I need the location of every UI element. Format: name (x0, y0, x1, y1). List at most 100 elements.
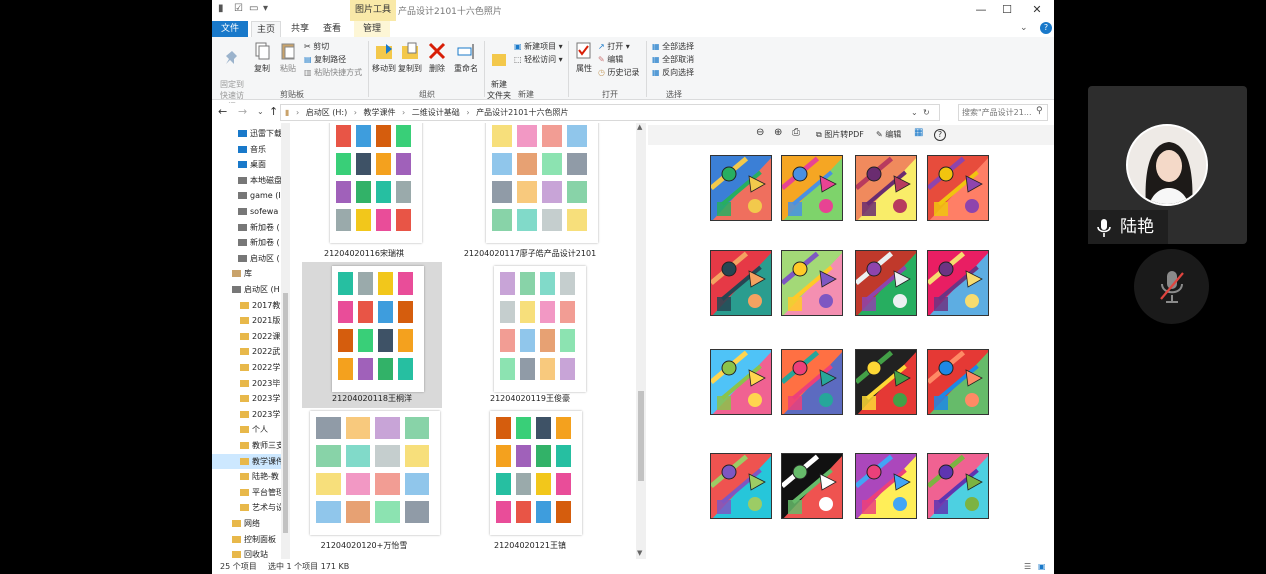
invert-selection-button[interactable]: ▦ 反向选择 (652, 67, 694, 78)
nav-item[interactable]: 2017教 (212, 298, 290, 313)
nav-item-label: 音乐 (250, 144, 266, 154)
scroll-up-icon[interactable]: ▲ (637, 123, 642, 131)
nav-item[interactable]: 陆艳-教 (212, 469, 290, 484)
nav-item[interactable]: 2021版 (212, 313, 290, 328)
nav-item[interactable]: 2022学 (212, 360, 290, 375)
edit-button[interactable]: ✎ 编辑 (598, 54, 623, 65)
nav-item[interactable]: 个人 (212, 422, 290, 437)
nav-item[interactable]: 回收站 (212, 547, 290, 559)
address-bar[interactable]: ▮ › 启动区 (H:) › 教学课件 › 二维设计基础 › 产品设计2101十… (280, 104, 940, 121)
nav-item[interactable]: 新加卷 ( (212, 220, 290, 235)
history-button[interactable]: ◷ 历史记录 (598, 67, 640, 78)
files-scroll-thumb[interactable] (638, 391, 644, 481)
nav-item[interactable]: 教师三支 (212, 438, 290, 453)
nav-item[interactable]: sofewa (212, 204, 290, 219)
rename-button[interactable]: 重命名 (452, 41, 480, 74)
cut-button[interactable]: ✂ 剪切 (304, 41, 329, 52)
file-item[interactable]: 21204020119王俊豪 (460, 262, 600, 408)
nav-item[interactable]: 库 (212, 266, 290, 281)
nav-item[interactable]: 新加卷 ( (212, 235, 290, 250)
mute-toggle-button[interactable] (1134, 249, 1209, 324)
breadcrumb-design-basics[interactable]: 二维设计基础 (412, 108, 460, 117)
pin-to-quick-access-button[interactable]: 固定到 快速访问 (218, 41, 246, 112)
details-view-icon[interactable]: ☰ (1024, 559, 1031, 574)
files-scrollbar[interactable]: ▲ ▼ (636, 123, 646, 559)
tab-manage[interactable]: 管理 (354, 21, 390, 37)
nav-item[interactable]: 控制面板 (212, 532, 290, 547)
zoom-in-icon[interactable]: ⊕ (774, 127, 782, 138)
copy-button[interactable]: 复制 (250, 41, 274, 74)
preview-toolbar: ⊖ ⊕ ⎙ ⧉ 图片转PDF ✎ 编辑 ▦ ? (648, 125, 1054, 145)
new-item-button[interactable]: ▣ 新建项目 ▾ (514, 41, 563, 52)
tab-file[interactable]: 文件 (212, 21, 248, 37)
forward-arrow-icon[interactable]: → (238, 105, 247, 118)
copy-to-button[interactable]: 复制到 (398, 41, 422, 74)
file-item[interactable]: 21204020116宋瑞祺 (294, 123, 434, 265)
search-icon[interactable]: ⚲ (1036, 106, 1043, 116)
nav-item[interactable]: 迅雷下载 (212, 126, 290, 141)
up-arrow-icon[interactable]: ↑ (269, 105, 278, 118)
nav-item[interactable]: 教学课件 (212, 453, 290, 469)
preview-help-icon[interactable]: ? (934, 129, 946, 141)
participant-photo-icon (1128, 126, 1206, 204)
nav-item[interactable]: 网络 (212, 516, 290, 531)
select-all-button[interactable]: ▦ 全部选择 (652, 41, 694, 52)
nav-item[interactable]: game (I (212, 188, 290, 203)
refresh-icon[interactable]: ↻ (923, 105, 930, 120)
nav-item[interactable]: 2023学 (212, 407, 290, 422)
collapse-ribbon-icon[interactable]: ⌄ (1020, 23, 1028, 33)
grid-view-icon[interactable]: ▦ (914, 127, 923, 138)
search-input[interactable]: 搜索"产品设计21... (958, 104, 1048, 121)
preview-edit-button[interactable]: ✎ 编辑 (876, 129, 901, 140)
recent-locations-chevron-icon[interactable]: ⌄ (257, 107, 264, 116)
nav-scroll-thumb[interactable] (283, 293, 288, 533)
delete-button[interactable]: 删除 (426, 41, 448, 74)
breadcrumb-current-folder[interactable]: 产品设计2101十六色照片 (476, 108, 568, 117)
nav-item[interactable]: 桌面 (212, 157, 290, 172)
easy-access-button[interactable]: ⬚ 轻松访问 ▾ (514, 54, 563, 65)
to-pdf-button[interactable]: ⧉ 图片转PDF (816, 129, 864, 140)
help-icon[interactable]: ? (1040, 22, 1052, 34)
file-item[interactable]: 21204020121王镇 (460, 411, 600, 557)
print-icon[interactable]: ⎙ (792, 127, 800, 138)
new-folder-quick-icon[interactable]: ▭ (249, 3, 258, 14)
thumbnail-artwork (542, 209, 562, 231)
file-item[interactable]: 21204020120+万怡雪 (294, 411, 440, 557)
copy-path-button[interactable]: ▤ 复制路径 (304, 54, 346, 65)
close-button[interactable]: ✕ (1022, 2, 1052, 18)
nav-item[interactable]: 启动区 ( (212, 251, 290, 266)
paste-button[interactable]: 粘贴 (276, 41, 300, 74)
nav-scrollbar[interactable] (281, 123, 290, 559)
paste-shortcut-button[interactable]: ▥ 粘贴快捷方式 (304, 67, 362, 78)
address-dropdown-icon[interactable]: ⌄ (911, 105, 918, 120)
back-arrow-icon[interactable]: ← (218, 105, 227, 118)
scroll-down-icon[interactable]: ▼ (637, 549, 642, 557)
tab-share[interactable]: 共享 (286, 21, 314, 37)
nav-item[interactable]: 启动区 (H (212, 282, 290, 297)
nav-item[interactable]: 2022武 (212, 344, 290, 359)
nav-item[interactable]: 音乐 (212, 142, 290, 157)
properties-quick-icon[interactable]: ☑ (234, 3, 243, 14)
tab-home[interactable]: 主页 (251, 21, 281, 37)
open-button[interactable]: ↗ 打开 ▾ (598, 41, 630, 52)
properties-button[interactable]: 属性 (572, 41, 596, 74)
nav-item[interactable]: 2023学 (212, 391, 290, 406)
maximize-button[interactable]: ☐ (992, 2, 1022, 18)
nav-item[interactable]: 2022课 (212, 329, 290, 344)
delete-x-icon (428, 42, 446, 60)
tab-view[interactable]: 查看 (318, 21, 346, 37)
select-none-button[interactable]: ▦ 全部取消 (652, 54, 694, 65)
breadcrumb-courseware[interactable]: 教学课件 (364, 108, 396, 117)
nav-item[interactable]: 2023毕 (212, 376, 290, 391)
zoom-out-icon[interactable]: ⊖ (756, 127, 764, 138)
thumbnail-artwork (520, 272, 535, 295)
file-item[interactable]: 21204020117廖子皓产品设计2101 (460, 123, 600, 265)
nav-item[interactable]: 艺术与设 (212, 500, 290, 515)
breadcrumb-drive[interactable]: 启动区 (H:) (306, 108, 348, 117)
move-to-button[interactable]: 移动到 (372, 41, 396, 74)
customize-quick-access-icon[interactable]: ▾ (263, 3, 268, 14)
nav-item[interactable]: 本地磁盘 (212, 173, 290, 188)
large-icons-view-icon[interactable]: ▣ (1038, 559, 1046, 574)
file-item[interactable]: 21204020118王桐洋 (302, 262, 442, 408)
nav-item[interactable]: 平台管理 (212, 485, 290, 500)
